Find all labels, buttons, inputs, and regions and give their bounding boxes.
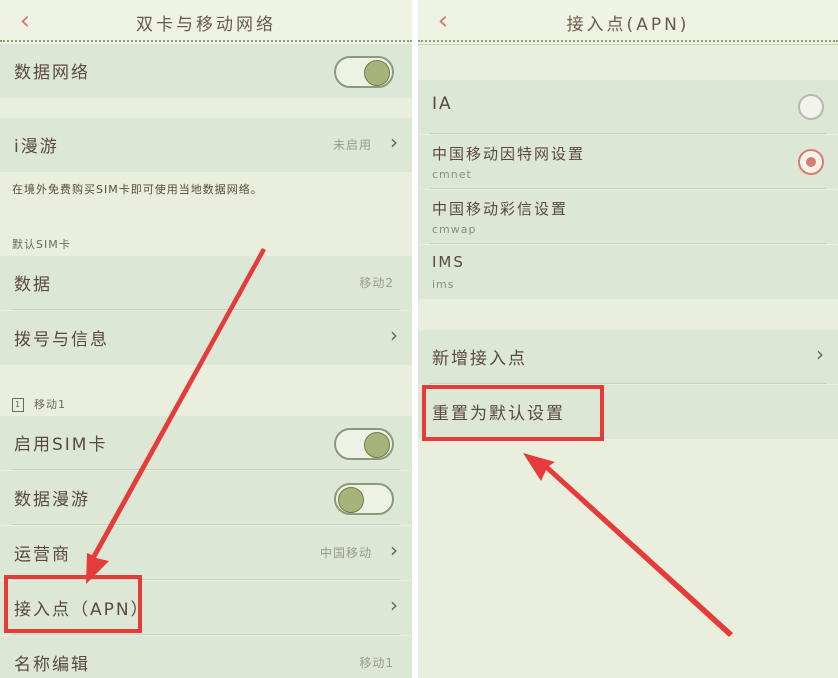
apn-name: 中国移动彩信设置 xyxy=(432,200,569,218)
apn-radio[interactable] xyxy=(798,94,824,120)
data-label: 数据 xyxy=(14,275,52,295)
enable-sim-row[interactable]: 启用SIM卡 xyxy=(0,416,412,470)
data-network-row[interactable]: 数据网络 xyxy=(0,44,412,98)
data-roaming-label: 数据漫游 xyxy=(14,490,90,510)
data-sim-row[interactable]: 数据 移动2 xyxy=(0,256,412,310)
name-edit-label: 名称编辑 xyxy=(14,655,90,675)
apn-item[interactable]: 中国移动因特网设置 cmnet xyxy=(418,135,838,189)
enable-sim-label: 启用SIM卡 xyxy=(14,435,108,455)
roaming-label: i漫游 xyxy=(14,137,59,157)
page-title: 接入点(APN) xyxy=(566,15,690,35)
reset-highlight-box xyxy=(422,385,604,441)
apn-settings-panel: ‹ 接入点(APN) IA 中国移动因特网设置 cmnet 中国移动彩信设置 c… xyxy=(418,0,838,678)
divider xyxy=(12,634,400,635)
carrier-row[interactable]: 运营商 中国移动 › xyxy=(0,526,412,580)
toggle-knob xyxy=(364,432,390,458)
new-apn-row[interactable]: 新增接入点 › xyxy=(418,330,838,384)
dual-sim-settings-panel: ‹ 双卡与移动网络 数据网络 i漫游 未启用 › 在境外免费购买SIM卡即可使用… xyxy=(0,0,412,678)
back-icon[interactable]: ‹ xyxy=(428,6,458,36)
apn-sub: cmnet xyxy=(432,168,472,181)
divider xyxy=(430,243,826,244)
roaming-row[interactable]: i漫游 未启用 › xyxy=(0,118,412,172)
data-roaming-row[interactable]: 数据漫游 xyxy=(0,471,412,525)
name-edit-value: 移动1 xyxy=(359,656,394,670)
divider xyxy=(12,469,400,470)
roaming-note: 在境外免费购买SIM卡即可使用当地数据网络。 xyxy=(12,183,263,196)
back-icon[interactable]: ‹ xyxy=(10,6,40,36)
apn-radio-selected[interactable] xyxy=(798,149,824,175)
dial-info-row[interactable]: 拨号与信息 › xyxy=(0,311,412,365)
right-header: ‹ 接入点(APN) xyxy=(418,0,838,45)
sim-card-icon: 1 xyxy=(12,398,24,412)
new-apn-label: 新增接入点 xyxy=(432,349,527,369)
toggle-knob xyxy=(364,60,390,86)
chevron-right-icon: › xyxy=(390,323,398,347)
vine-decoration xyxy=(0,34,412,42)
chevron-right-icon: › xyxy=(816,342,824,366)
apn-sub: ims xyxy=(432,278,455,291)
sim1-section-title: 1 移动1 xyxy=(12,396,66,412)
data-sim-value: 移动2 xyxy=(359,276,394,290)
sim1-section-label: 移动1 xyxy=(34,398,66,411)
left-header: ‹ 双卡与移动网络 xyxy=(0,0,412,45)
vine-decoration xyxy=(418,34,838,42)
divider xyxy=(430,133,826,134)
divider xyxy=(12,309,400,310)
apn-name: IA xyxy=(432,94,453,114)
toggle-knob xyxy=(338,487,364,513)
data-network-toggle[interactable] xyxy=(334,56,394,88)
divider xyxy=(430,383,826,384)
dial-info-label: 拨号与信息 xyxy=(14,330,109,350)
apn-highlight-box xyxy=(4,575,142,633)
chevron-right-icon: › xyxy=(390,593,398,617)
chevron-right-icon: › xyxy=(390,130,398,154)
data-network-label: 数据网络 xyxy=(14,63,90,83)
default-sim-section-title: 默认SIM卡 xyxy=(12,238,71,251)
apn-name: IMS xyxy=(432,253,465,271)
apn-name: 中国移动因特网设置 xyxy=(432,145,586,163)
apn-item[interactable]: IA xyxy=(418,80,838,134)
name-edit-row[interactable]: 名称编辑 移动1 xyxy=(0,636,412,678)
roaming-value: 未启用 xyxy=(332,138,372,152)
divider xyxy=(430,188,826,189)
apn-item[interactable]: IMS ims xyxy=(418,245,838,299)
carrier-value: 中国移动 xyxy=(319,546,372,560)
page-title: 双卡与移动网络 xyxy=(136,15,276,35)
chevron-right-icon: › xyxy=(390,538,398,562)
apn-item[interactable]: 中国移动彩信设置 cmwap xyxy=(418,190,838,244)
divider xyxy=(12,524,400,525)
data-roaming-toggle[interactable] xyxy=(334,483,394,515)
carrier-label: 运营商 xyxy=(14,545,71,565)
apn-sub: cmwap xyxy=(432,223,477,236)
enable-sim-toggle[interactable] xyxy=(334,428,394,460)
